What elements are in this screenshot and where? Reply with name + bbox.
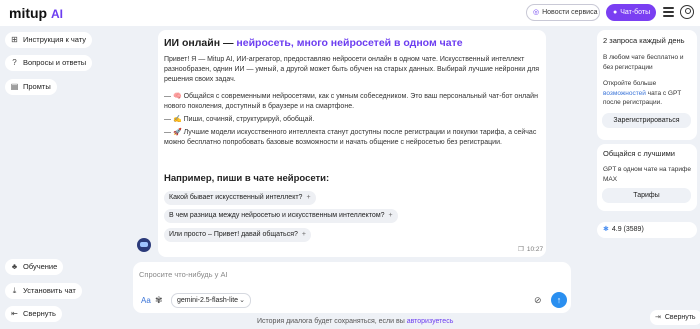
chat-bubble-icon: ● [613, 9, 618, 16]
download-icon: ⤓ [12, 286, 17, 295]
history-note: История диалога будет сохраняться, если … [257, 318, 454, 325]
document-icon: ▤ [10, 82, 19, 91]
question-icon: ? [12, 58, 17, 67]
features-link[interactable]: возможностей [603, 90, 646, 97]
example-prompt-chip[interactable]: В чем разница между нейросетью и искусст… [164, 209, 398, 223]
plus-icon: + [388, 212, 393, 219]
news-button[interactable]: ◎ Новости сервиса [526, 4, 600, 21]
prompts-button[interactable]: ▤ Промты [5, 79, 57, 95]
palette-icon[interactable]: ✾ [155, 295, 163, 306]
message-time: ❐ 10:27 [518, 246, 544, 253]
menu-icon[interactable] [663, 7, 674, 17]
text-format-icon[interactable]: Aa [141, 296, 151, 305]
best-models-title: Общайся с лучшими [603, 149, 675, 158]
rating-badge: ✱ 4.9 (3589) [597, 222, 697, 238]
plus-icon: + [301, 231, 306, 238]
chevron-down-icon: ⌄ [239, 297, 245, 304]
collapse-right-button[interactable]: ⇥ Свернуть [650, 310, 700, 325]
bullet-item: — ✍️ Пиши, сочиняй, структурируй, обобща… [164, 116, 315, 123]
example-prompt-chip[interactable]: Какой бывает искусственный интеллект? + [164, 191, 316, 205]
assistant-message: ИИ онлайн — нейросеть, много нейросетей … [158, 30, 546, 257]
free-requests-text: В любом чате бесплатно и без регистрации [603, 54, 684, 71]
collapse-left-button[interactable]: ⇤ Свернуть [5, 306, 62, 322]
chatbots-button[interactable]: ● Чат-боты [606, 4, 656, 21]
send-button[interactable]: ↑ [551, 292, 567, 308]
model-select[interactable]: gemini-2.5-flash-lite ⌄ [171, 293, 251, 308]
message-input[interactable] [139, 268, 559, 280]
copy-icon[interactable]: ❐ [518, 246, 524, 253]
register-button[interactable]: Зарегистрироваться [602, 113, 691, 128]
instruction-button[interactable]: ⊞ Инструкция к чату [5, 32, 93, 48]
book-icon: ⊞ [11, 35, 18, 44]
logo[interactable]: mitup AI [9, 5, 63, 21]
examples-title: Например, пиши в чате нейросети: [164, 173, 330, 184]
bullet-item: — 🧠 Общайся с современными нейросетями, … [164, 93, 538, 110]
install-chat-button[interactable]: ⤓ Установить чат [5, 283, 82, 299]
collapse-icon: ⇥ [655, 314, 661, 321]
globe-icon: ◎ [533, 9, 540, 16]
example-prompt-chip[interactable]: Или просто – Привет! давай общаться? + [164, 228, 311, 242]
faq-button[interactable]: ? Вопросы и ответы [5, 55, 93, 71]
bot-avatar [137, 238, 151, 252]
chat-title: ИИ онлайн — нейросеть, много нейросетей … [164, 37, 463, 49]
best-models-card: Общайся с лучшими GPT в одном чате на та… [597, 144, 697, 211]
plus-icon: + [306, 194, 311, 201]
free-requests-title: 2 запроса каждый день [603, 36, 685, 45]
free-requests-card: 2 запроса каждый день В любом чате беспл… [597, 30, 697, 140]
graduation-cap-icon: ♣ [11, 262, 18, 271]
top-bar: mitup AI ◎ Новости сервиса ● Чат-боты [0, 0, 700, 26]
more-features-text: Откройте больше возможностей чата с GPT … [603, 80, 682, 106]
attach-icon[interactable]: ⊘ [534, 295, 542, 306]
intro-text: Привет! Я — Mitup AI, ИИ-агрегатор, пред… [164, 56, 540, 83]
bullet-item: — 🚀 Лучшие модели искусственного интелле… [164, 129, 537, 146]
star-icon: ✱ [603, 226, 609, 233]
collapse-icon: ⇤ [11, 309, 18, 318]
arrow-up-icon: ↑ [556, 295, 562, 305]
tariffs-button[interactable]: Тарифы [602, 188, 691, 203]
user-icon[interactable] [680, 5, 694, 19]
login-link[interactable]: авторизуетесь [407, 318, 454, 325]
best-models-text: GPT в одном чате на тарифе MAX [603, 166, 691, 183]
composer: Aa ✾ gemini-2.5-flash-lite⌄ ⊘ ↑ [133, 262, 571, 313]
learning-button[interactable]: ♣ Обучение [5, 259, 64, 275]
